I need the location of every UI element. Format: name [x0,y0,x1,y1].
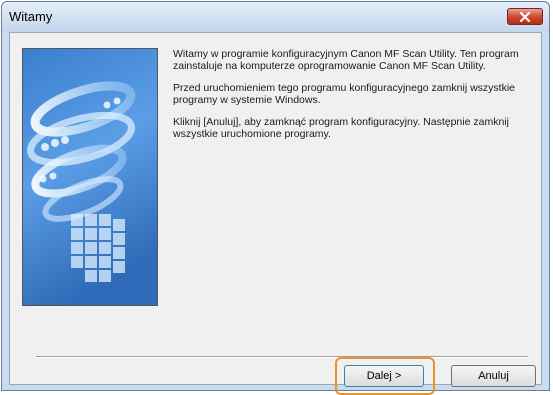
close-icon [519,11,531,22]
cancel-button[interactable]: Anuluj [451,365,536,387]
title-bar[interactable]: Witamy [2,2,549,32]
welcome-text: Witamy w programie konfiguracyjnym Canon… [173,48,533,150]
next-button[interactable]: Dalej > [344,365,424,387]
cancel-instructions-paragraph: Kliknij [Anuluj], aby zamknąć program ko… [173,116,509,140]
close-programs-paragraph: Przed uruchomieniem tego programu konfig… [173,82,515,106]
close-button[interactable] [507,8,543,25]
setup-banner-image [22,48,158,306]
footer-divider [36,356,528,358]
setup-dialog: Witamy Witamy w programie konfiguracyjny… [1,1,550,395]
welcome-paragraph: Witamy w programie konfiguracyjnym Canon… [173,48,519,72]
window-title: Witamy [9,9,53,24]
dialog-content: Witamy w programie konfiguracyjnym Canon… [9,32,542,395]
